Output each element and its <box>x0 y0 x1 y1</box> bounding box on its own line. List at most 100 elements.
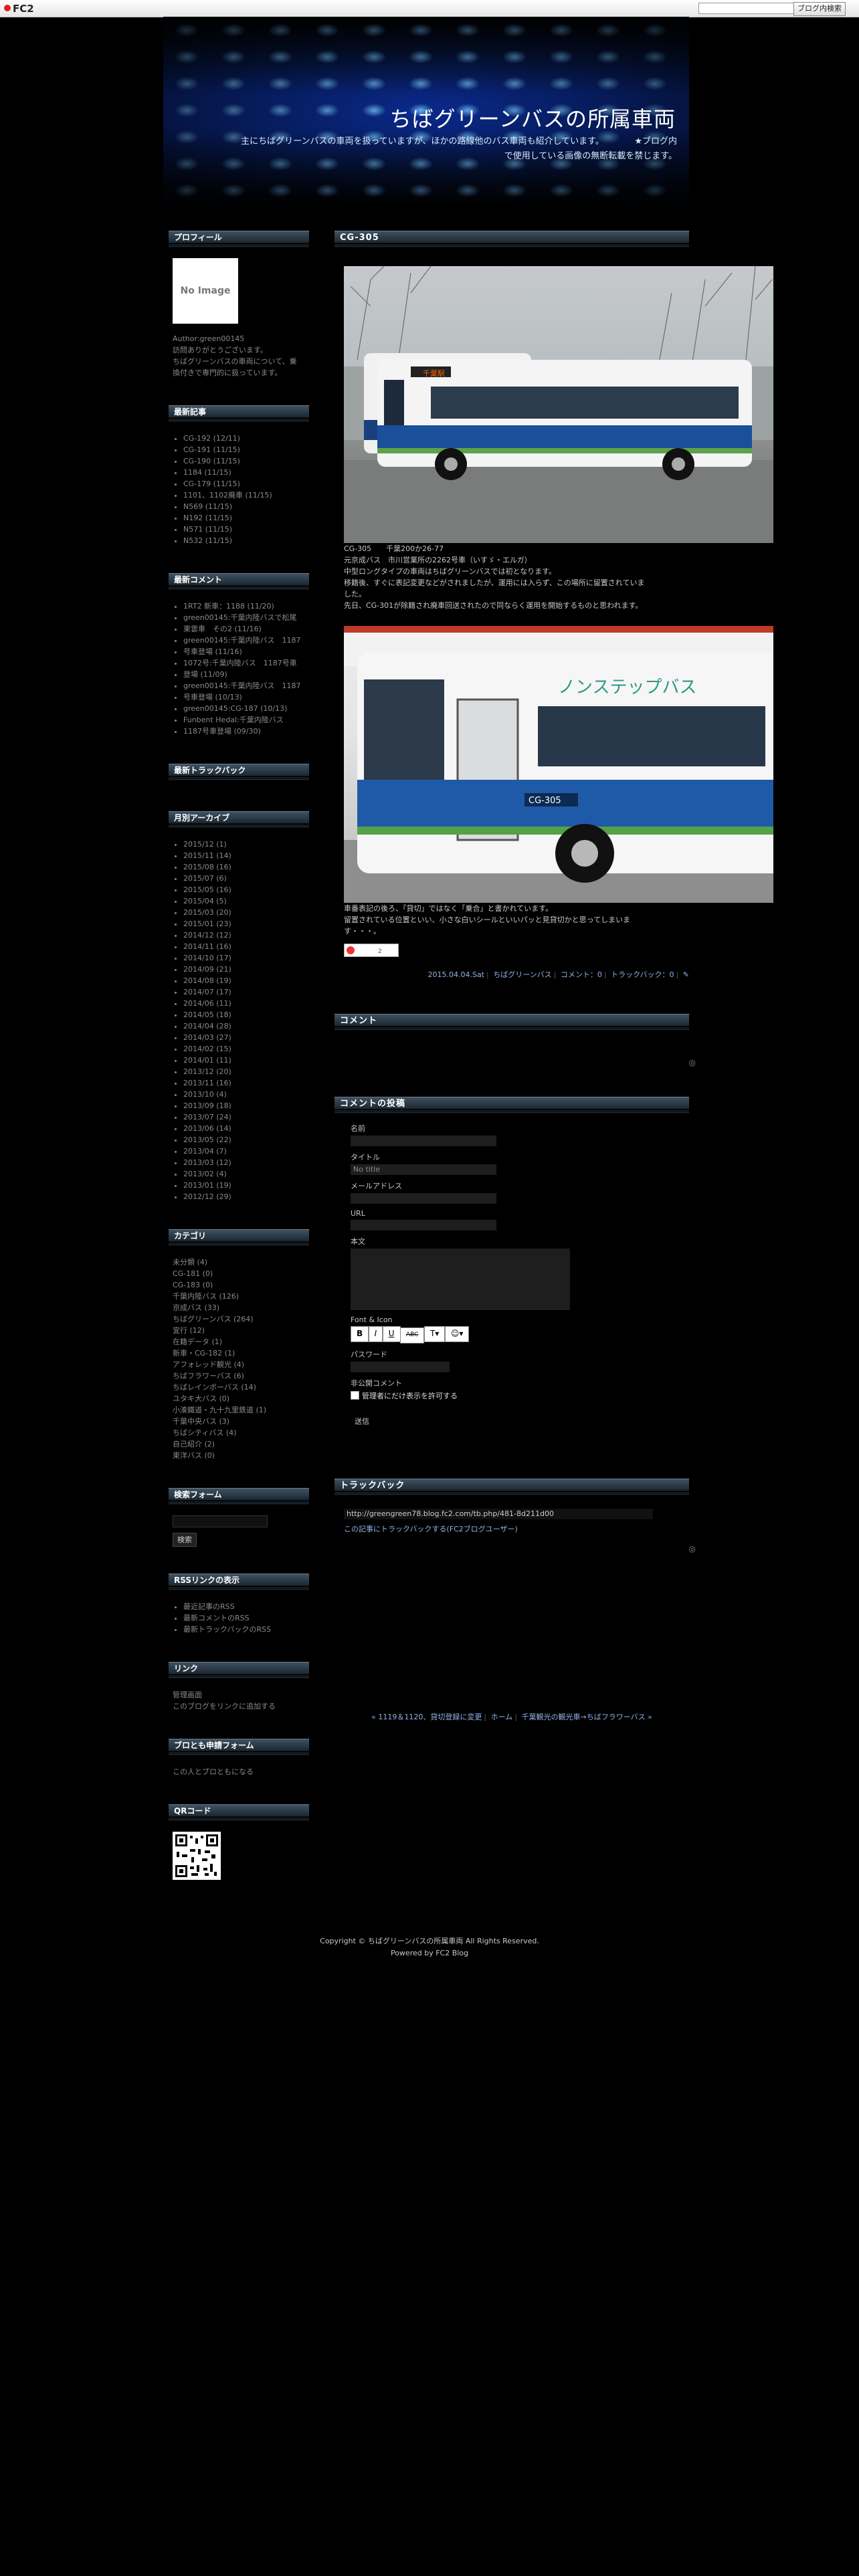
category-link[interactable]: ユタキ大バス (0) <box>173 1393 305 1404</box>
recent-entry-link[interactable]: 1184 (11/15) <box>183 467 305 478</box>
recent-comment-link[interactable]: 東雲車 その2 (11/16) <box>183 623 305 635</box>
category-link[interactable]: ちばシティバス (4) <box>173 1427 305 1438</box>
powered-by-link[interactable]: Powered by FC2 Blog <box>0 1947 859 1959</box>
recent-entry-link[interactable]: N532 (11/15) <box>183 535 305 546</box>
recent-comment-link[interactable]: green00145:千葉内陸バス 1187 <box>183 680 305 691</box>
category-link[interactable]: ちばレインボーバス (14) <box>173 1382 305 1393</box>
recent-entry-link[interactable]: CG-190 (11/15) <box>183 455 305 467</box>
rss-link[interactable]: 最新トラックバックのRSS <box>183 1624 305 1635</box>
archive-link[interactable]: 2014/02 (15) <box>183 1043 305 1055</box>
emoticon-button[interactable]: ☺▾ <box>444 1326 470 1342</box>
fc2-logo[interactable]: FC2 <box>4 3 34 15</box>
entry-trackbacks-link[interactable]: トラックバック：0 <box>611 970 674 979</box>
category-link[interactable]: ちばグリーンバス (264) <box>173 1313 305 1325</box>
recent-comment-link[interactable]: green00145:千葉内陸バス 1187 <box>183 635 305 646</box>
category-link[interactable]: 千葉内陸バス (126) <box>173 1291 305 1302</box>
archive-link[interactable]: 2014/10 (17) <box>183 952 305 964</box>
archive-link[interactable]: 2015/11 (14) <box>183 850 305 861</box>
recent-comment-link[interactable]: green00145:千葉内陸バスで松尾 <box>183 612 305 623</box>
recent-comment-link[interactable]: 号車登場 (10/13) <box>183 691 305 703</box>
recent-entry-link[interactable]: CG-191 (11/15) <box>183 444 305 455</box>
recent-comment-link[interactable]: green00145:CG-187 (10/13) <box>183 703 305 714</box>
name-field[interactable] <box>351 1136 496 1146</box>
next-entry-link[interactable]: 千葉観光の観光車→ちばフラワーバス » <box>521 1713 652 1721</box>
archive-link[interactable]: 2014/01 (11) <box>183 1055 305 1066</box>
archive-link[interactable]: 2015/07 (6) <box>183 873 305 884</box>
archive-link[interactable]: 2015/05 (16) <box>183 884 305 895</box>
archive-link[interactable]: 2012/12 (29) <box>183 1191 305 1202</box>
archive-link[interactable]: 2013/11 (16) <box>183 1077 305 1089</box>
bus-photo-2[interactable]: CG-305 ノンステップバス <box>344 626 773 903</box>
sidebar-link[interactable]: 管理画面 <box>173 1689 305 1701</box>
archive-link[interactable]: 2015/12 (1) <box>183 839 305 850</box>
archive-link[interactable]: 2014/12 (12) <box>183 930 305 941</box>
archive-link[interactable]: 2014/11 (16) <box>183 941 305 952</box>
page-top-icon[interactable]: ◎ <box>689 1544 696 1553</box>
archive-link[interactable]: 2014/05 (18) <box>183 1009 305 1021</box>
rss-link[interactable]: 最近記事のRSS <box>183 1601 305 1612</box>
strike-button[interactable]: ABC <box>400 1327 425 1344</box>
archive-link[interactable]: 2015/08 (16) <box>183 861 305 873</box>
email-field[interactable] <box>351 1193 496 1204</box>
edit-icon[interactable]: ✎ <box>683 970 689 979</box>
category-link[interactable]: 未分類 (4) <box>173 1257 305 1268</box>
recent-entry-link[interactable]: 1101、1102廃車 (11/15) <box>183 490 305 501</box>
entry-category-link[interactable]: ちばグリーンバス <box>493 970 551 979</box>
site-title[interactable]: ちばグリーンバスの所属車両 <box>390 102 676 133</box>
archive-link[interactable]: 2013/09 (18) <box>183 1100 305 1111</box>
recent-comment-link[interactable]: 1RT2 新車：1188 (11/20) <box>183 601 305 612</box>
archive-link[interactable]: 2015/03 (20) <box>183 907 305 918</box>
url-field[interactable] <box>351 1220 496 1230</box>
category-link[interactable]: 在籍データ (1) <box>173 1336 305 1348</box>
friend-request-link[interactable]: この人とブロともになる <box>173 1766 305 1778</box>
font-size-button[interactable]: T▾ <box>423 1326 446 1342</box>
bus-photo-1[interactable]: 千葉駅 <box>344 266 773 543</box>
archive-link[interactable]: 2013/06 (14) <box>183 1123 305 1134</box>
archive-link[interactable]: 2014/03 (27) <box>183 1032 305 1043</box>
recent-entry-link[interactable]: CG-179 (11/15) <box>183 478 305 490</box>
category-link[interactable]: 新車・CG-182 (1) <box>173 1348 305 1359</box>
search-input[interactable] <box>173 1515 268 1527</box>
archive-link[interactable]: 2015/04 (5) <box>183 895 305 907</box>
fc2-share-badge[interactable]: 2 <box>344 944 399 957</box>
category-link[interactable]: 千葉中央バス (3) <box>173 1416 305 1427</box>
category-link[interactable]: 宜行 (12) <box>173 1325 305 1336</box>
rss-link[interactable]: 最新コメントのRSS <box>183 1612 305 1624</box>
private-checkbox[interactable] <box>351 1391 359 1400</box>
body-textarea[interactable] <box>351 1249 570 1310</box>
prev-entry-link[interactable]: « 1119＆1120、貸切登録に変更 <box>371 1713 482 1721</box>
recent-entry-link[interactable]: N192 (11/15) <box>183 512 305 524</box>
recent-entry-link[interactable]: N569 (11/15) <box>183 501 305 512</box>
archive-link[interactable]: 2014/04 (28) <box>183 1021 305 1032</box>
recent-entry-link[interactable]: N571 (11/15) <box>183 524 305 535</box>
category-link[interactable]: CG-183 (0) <box>173 1279 305 1291</box>
archive-link[interactable]: 2013/07 (24) <box>183 1111 305 1123</box>
archive-link[interactable]: 2015/01 (23) <box>183 918 305 930</box>
category-link[interactable]: 東洋バス (0) <box>173 1450 305 1461</box>
category-link[interactable]: アフォレッド観光 (4) <box>173 1359 305 1370</box>
archive-link[interactable]: 2014/06 (11) <box>183 998 305 1009</box>
entry-title[interactable]: CG-305 <box>335 231 689 251</box>
recent-comment-link[interactable]: 登場 (11/09) <box>183 669 305 680</box>
entry-date-link[interactable]: 2015.04.04.Sat <box>427 970 484 979</box>
category-link[interactable]: ちばフラワーバス (6) <box>173 1370 305 1382</box>
fc2-search-button[interactable]: ブログ内検索 <box>793 2 846 16</box>
password-field[interactable] <box>351 1362 450 1372</box>
trackback-url-field[interactable]: http://greengreen78.blog.fc2.com/tb.php/… <box>344 1509 653 1519</box>
archive-link[interactable]: 2014/07 (17) <box>183 986 305 998</box>
recent-entry-link[interactable]: CG-192 (12/11) <box>183 433 305 444</box>
archive-link[interactable]: 2013/01 (19) <box>183 1180 305 1191</box>
recent-comment-link[interactable]: 1072号:千葉内陸バス 1187号車 <box>183 657 305 669</box>
archive-link[interactable]: 2013/12 (20) <box>183 1066 305 1077</box>
archive-link[interactable]: 2013/03 (12) <box>183 1157 305 1168</box>
entry-comments-link[interactable]: コメント：0 <box>561 970 602 979</box>
italic-button[interactable]: I <box>368 1326 383 1342</box>
archive-link[interactable]: 2013/10 (4) <box>183 1089 305 1100</box>
archive-link[interactable]: 2013/02 (4) <box>183 1168 305 1180</box>
underline-button[interactable]: U <box>382 1326 401 1342</box>
fc2-search-input[interactable] <box>698 3 800 14</box>
category-link[interactable]: 自己紹介 (2) <box>173 1438 305 1450</box>
archive-link[interactable]: 2014/08 (19) <box>183 975 305 986</box>
sidebar-link[interactable]: このブログをリンクに追加する <box>173 1701 305 1712</box>
archive-link[interactable]: 2013/04 (7) <box>183 1146 305 1157</box>
